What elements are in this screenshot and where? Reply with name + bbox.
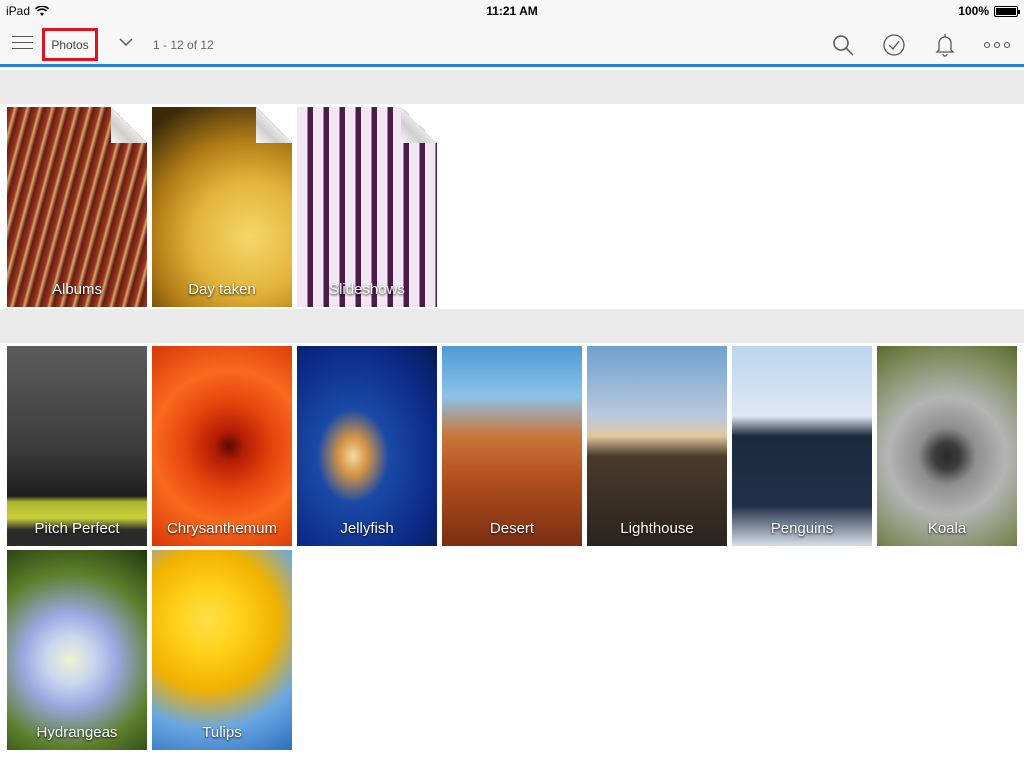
page-curl-icon (256, 107, 292, 143)
photo-tile-chrysanthemum[interactable]: Chrysanthemum (152, 346, 292, 546)
photo-tile-tulips[interactable]: Tulips (152, 550, 292, 750)
tile-label: Tulips (202, 724, 242, 741)
tile-label: Penguins (770, 520, 834, 537)
slideshows-tile[interactable]: Slideshows (297, 107, 437, 307)
tile-label: Hydrangeas (36, 724, 118, 741)
tile-label: Chrysanthemum (166, 520, 278, 537)
toolbar: Photos 1 - 12 of 12 (0, 22, 1024, 67)
status-bar: iPad 11:21 AM 100% (0, 0, 1024, 22)
tile-label: Jellyfish (340, 520, 394, 537)
photo-tile-lighthouse[interactable]: Lighthouse (587, 346, 727, 546)
tile-label: Day taken (188, 281, 256, 298)
select-icon[interactable] (882, 33, 906, 57)
photo-tile-hydrangeas[interactable]: Hydrangeas (7, 550, 147, 750)
photo-tile-koala[interactable]: Koala (877, 346, 1017, 546)
chevron-down-icon[interactable] (118, 34, 134, 50)
tile-label: Slideshows (329, 281, 405, 298)
albums-tile[interactable]: Albums (7, 107, 147, 307)
page-curl-icon (111, 107, 147, 143)
more-options-icon[interactable] (983, 33, 1011, 57)
section-header-views (0, 70, 1024, 104)
battery-icon (994, 5, 1020, 17)
status-time: 11:21 AM (486, 4, 538, 18)
item-count: 1 - 12 of 12 (153, 38, 214, 52)
photo-tile-jellyfish[interactable]: Jellyfish (297, 346, 437, 546)
section-header-photos (0, 309, 1024, 343)
battery-percent: 100% (958, 4, 989, 18)
view-selector[interactable]: Photos (42, 28, 98, 61)
tile-label: Koala (927, 520, 967, 537)
page-curl-icon (401, 107, 437, 143)
tile-label: Lighthouse (620, 520, 694, 537)
tile-label: Albums (51, 281, 103, 298)
menu-icon[interactable] (12, 36, 33, 52)
day-taken-tile[interactable]: Day taken (152, 107, 292, 307)
photo-tile-penguins[interactable]: Penguins (732, 346, 872, 546)
notifications-icon[interactable] (933, 33, 957, 57)
photo-tile-pitch-perfect[interactable]: Pitch Perfect (7, 346, 147, 546)
view-title: Photos (51, 37, 89, 52)
photo-tile-desert[interactable]: Desert (442, 346, 582, 546)
tile-label: Desert (489, 520, 535, 537)
status-right: 100% (958, 4, 1020, 18)
tile-label: Pitch Perfect (34, 520, 120, 537)
search-icon[interactable] (831, 33, 855, 57)
